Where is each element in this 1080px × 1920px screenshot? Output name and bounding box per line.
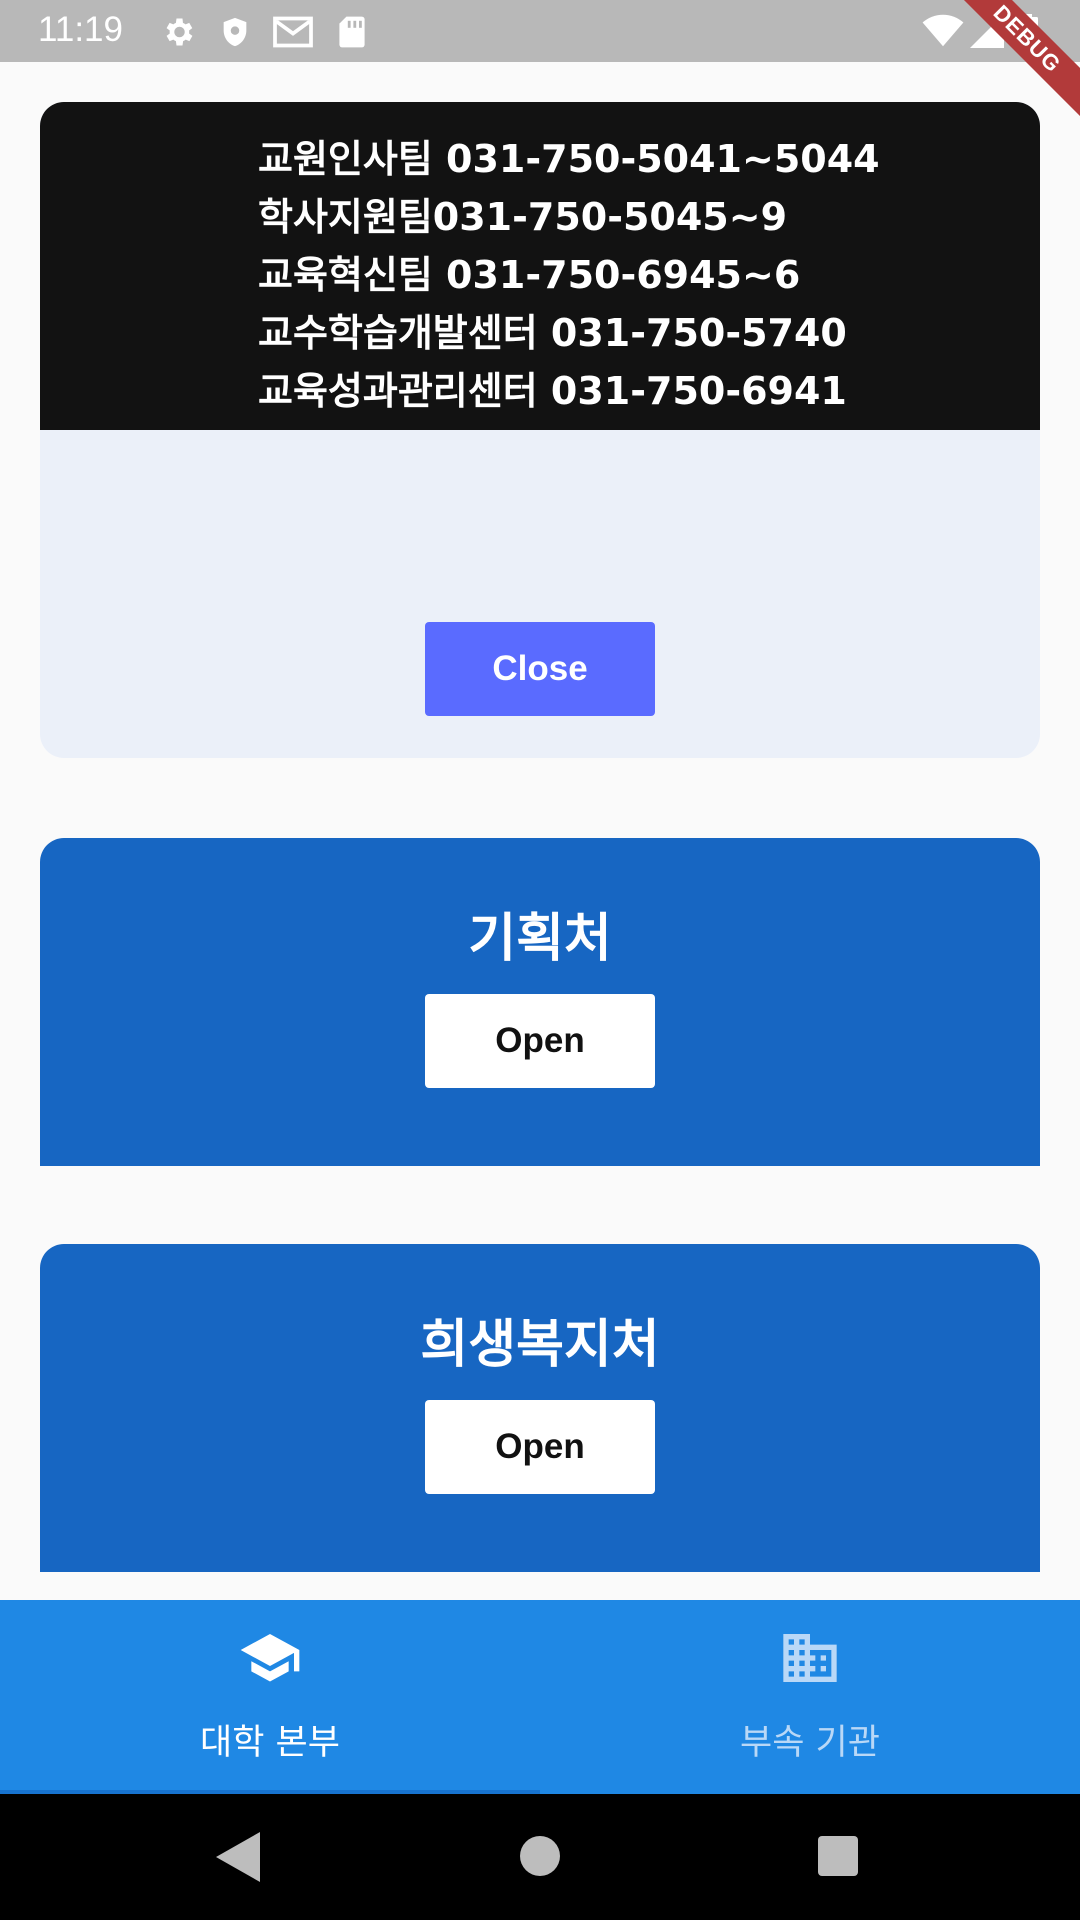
department-title: 기획처 bbox=[468, 909, 612, 969]
department-title: 희생복지처 bbox=[420, 1315, 660, 1375]
graduation-cap-icon bbox=[238, 1626, 302, 1690]
nav-item-university-headquarters[interactable]: 대학 본부 bbox=[0, 1600, 540, 1794]
status-bar: 11:19 DEBUG bbox=[0, 0, 1080, 133]
open-button[interactable]: Open bbox=[425, 1400, 655, 1494]
contact-line: 교원인사팀 031-750-5041~5044 bbox=[258, 137, 880, 181]
status-time: 11:19 bbox=[38, 10, 123, 49]
back-icon[interactable] bbox=[216, 1832, 260, 1886]
close-button[interactable]: Close bbox=[425, 622, 655, 716]
department-card: 기획처 Open bbox=[40, 838, 1040, 1166]
bottom-navigation: 대학 본부 부속 기관 bbox=[0, 1600, 1080, 1794]
contact-panel: 교원인사팀 031-750-5041~5044 학사지원팀031-750-504… bbox=[40, 102, 1040, 430]
open-button[interactable]: Open bbox=[425, 994, 655, 1088]
wifi-icon bbox=[922, 14, 964, 52]
gear-icon bbox=[160, 14, 196, 54]
shield-icon bbox=[218, 14, 252, 54]
contact-line: 교육혁신팀 031-750-6945~6 bbox=[258, 253, 801, 297]
gmail-icon bbox=[272, 14, 314, 54]
recents-icon[interactable] bbox=[818, 1836, 858, 1880]
contact-line: 교육성과관리센터 031-750-6941 bbox=[258, 369, 847, 413]
system-navigation-bar bbox=[0, 1794, 1080, 1920]
nav-item-affiliated-institutions[interactable]: 부속 기관 bbox=[540, 1600, 1080, 1794]
home-icon[interactable] bbox=[520, 1836, 560, 1880]
department-card: 희생복지처 Open bbox=[40, 1244, 1040, 1572]
contact-line: 학사지원팀031-750-5045~9 bbox=[258, 195, 788, 239]
sd-card-icon bbox=[338, 14, 366, 54]
expanded-department-card: 교원인사팀 031-750-5041~5044 학사지원팀031-750-504… bbox=[40, 102, 1040, 758]
nav-label: 부속 기관 bbox=[740, 1723, 880, 1763]
contact-line: 교수학습개발센터 031-750-5740 bbox=[258, 311, 847, 355]
building-icon bbox=[778, 1626, 842, 1690]
nav-label: 대학 본부 bbox=[200, 1723, 340, 1763]
